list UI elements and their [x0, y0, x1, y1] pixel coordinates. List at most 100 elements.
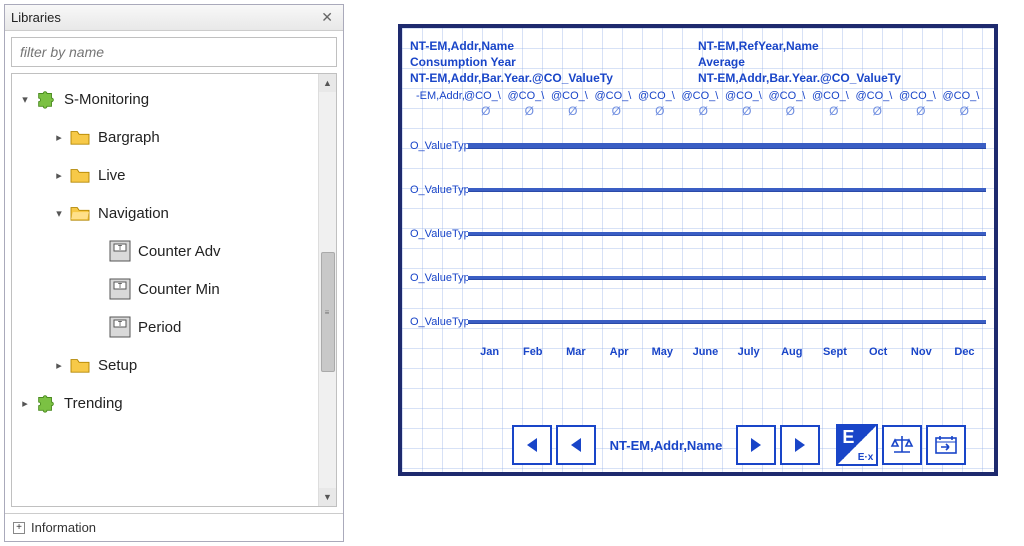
col-label: @CO_\ [464, 90, 508, 102]
scroll-thumb[interactable]: ≡ [321, 252, 335, 372]
canvas-wrap: NT-EM,Addr,Name NT-EM,RefYear,Name Consu… [344, 0, 1024, 546]
month-label: Mar [554, 346, 597, 358]
null-marker-icon: Ø [638, 104, 682, 118]
tree-node-navigation[interactable]: ▾ Navigation [12, 194, 318, 232]
null-marker-icon: Ø [595, 104, 639, 118]
prev-fast-button[interactable] [512, 425, 552, 465]
tree-leaf-counter-adv[interactable]: ▸ T Counter Adv [12, 232, 318, 270]
filter-wrap [5, 31, 343, 73]
month-label: Jan [468, 346, 511, 358]
series-bar [468, 232, 986, 236]
null-marker-icon: Ø [682, 104, 726, 118]
hdr-bar-year-1: NT-EM,Addr,Bar.Year.@CO_ValueTy [410, 70, 698, 86]
hdr-consumption-year: Consumption Year [410, 54, 698, 70]
caret-down-icon[interactable]: ▾ [52, 207, 66, 220]
export-ex-button[interactable]: E E·x [836, 424, 878, 466]
tree-label: Counter Min [134, 281, 220, 298]
letter-e-icon: E [842, 427, 854, 448]
month-label: Aug [770, 346, 813, 358]
scroll-up-icon[interactable]: ▲ [319, 74, 336, 92]
y-label: O_ValueType [410, 140, 468, 152]
balance-button[interactable] [882, 425, 922, 465]
null-marker-icon: Ø [508, 104, 552, 118]
col-label: @CO_\ [725, 90, 769, 102]
series-bar [468, 320, 986, 324]
close-icon[interactable]: ✕ [317, 9, 337, 26]
month-label: Sept [813, 346, 856, 358]
hdr-addr-name: NT-EM,Addr,Name [410, 38, 698, 54]
null-marker-icon: Ø [856, 104, 900, 118]
tree-node-setup[interactable]: ▸ Setup [12, 346, 318, 384]
folder-open-icon [66, 204, 94, 222]
tree-wrap: ▾ S-Monitoring ▸ Bargraph ▸ Live [11, 73, 337, 507]
puzzle-icon [32, 392, 60, 414]
null-marker-icon: Ø [725, 104, 769, 118]
panel-title: Libraries [11, 10, 61, 25]
col-label: @CO_\ [595, 90, 639, 102]
col-label: @CO_\ [551, 90, 595, 102]
col-label: @CO_\ [943, 90, 987, 102]
month-label: Feb [511, 346, 554, 358]
prev-button[interactable] [556, 425, 596, 465]
nav-toolbar: NT-EM,Addr,Name E E·x [402, 424, 994, 466]
tree-label: Live [94, 167, 126, 184]
series-row: O_ValueType [410, 212, 986, 256]
caret-right-icon[interactable]: ▸ [52, 359, 66, 372]
tree-leaf-period[interactable]: ▸ T Period [12, 308, 318, 346]
tree: ▾ S-Monitoring ▸ Bargraph ▸ Live [12, 74, 318, 506]
next-fast-button[interactable] [780, 425, 820, 465]
libraries-panel: Libraries ✕ ▾ S-Monitoring ▸ Bargraph [4, 4, 344, 542]
nav-label: NT-EM,Addr,Name [600, 438, 733, 453]
month-label: July [727, 346, 770, 358]
tree-node-trending[interactable]: ▸ Trending [12, 384, 318, 422]
next-button[interactable] [736, 425, 776, 465]
null-marker-icon: Ø [899, 104, 943, 118]
month-label: Oct [857, 346, 900, 358]
caret-right-icon[interactable]: ▸ [52, 169, 66, 182]
tree-label: Setup [94, 357, 137, 374]
col-label: @CO_\ [899, 90, 943, 102]
tree-node-bargraph[interactable]: ▸ Bargraph [12, 118, 318, 156]
null-markers-row: Ø Ø Ø Ø Ø Ø Ø Ø Ø Ø Ø Ø [410, 104, 986, 118]
chart-header: NT-EM,Addr,Name NT-EM,RefYear,Name Consu… [410, 38, 986, 86]
folder-icon [66, 356, 94, 374]
filter-input[interactable] [11, 37, 337, 67]
col-label: @CO_\ [508, 90, 552, 102]
y-label: O_ValueType [410, 228, 468, 240]
tree-scrollbar[interactable]: ▲ ≡ ▼ [318, 74, 336, 506]
panel-footer[interactable]: + Information [5, 513, 343, 541]
calendar-go-button[interactable] [926, 425, 966, 465]
tree-node-s-monitoring[interactable]: ▾ S-Monitoring [12, 80, 318, 118]
series-area: O_ValueType O_ValueType O_ValueType O_Va… [410, 124, 986, 344]
month-label: Apr [598, 346, 641, 358]
caret-right-icon[interactable]: ▸ [52, 131, 66, 144]
hdr-bar-year-2: NT-EM,Addr,Bar.Year.@CO_ValueTy [698, 70, 986, 86]
tree-node-live[interactable]: ▸ Live [12, 156, 318, 194]
folder-icon [66, 128, 94, 146]
col-label: @CO_\ [812, 90, 856, 102]
series-bar [468, 276, 986, 280]
null-marker-icon: Ø [464, 104, 508, 118]
tree-label: S-Monitoring [60, 91, 149, 108]
caret-down-icon[interactable]: ▾ [18, 93, 32, 106]
folder-icon [66, 166, 94, 184]
template-icon: T [106, 278, 134, 300]
hdr-refyear-name: NT-EM,RefYear,Name [698, 38, 986, 54]
series-bar [468, 143, 986, 149]
null-marker-icon: Ø [551, 104, 595, 118]
tree-label: Bargraph [94, 129, 160, 146]
template-icon: T [106, 316, 134, 338]
svg-text:T: T [118, 283, 123, 290]
col-label: @CO_\ [682, 90, 726, 102]
svg-text:T: T [118, 245, 123, 252]
ex-sub: E·x [858, 452, 877, 464]
col-left-label: -EM,Addr,U [416, 90, 466, 102]
col-label: @CO_\ [769, 90, 813, 102]
caret-right-icon[interactable]: ▸ [18, 397, 32, 410]
scroll-down-icon[interactable]: ▼ [319, 488, 336, 506]
column-header-row: -EM,Addr,U @CO_\ @CO_\ @CO_\ @CO_\ @CO_\… [410, 90, 986, 102]
tree-label: Counter Adv [134, 243, 221, 260]
svg-text:T: T [118, 321, 123, 328]
expand-icon[interactable]: + [13, 522, 25, 534]
tree-leaf-counter-min[interactable]: ▸ T Counter Min [12, 270, 318, 308]
